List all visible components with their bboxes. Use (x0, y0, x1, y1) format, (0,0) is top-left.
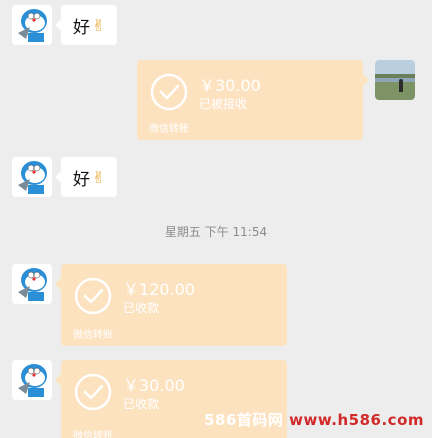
site-watermark: 586首码网 www.h586.com (204, 409, 424, 430)
check-circle-icon (74, 277, 112, 315)
ok-hand-icon: ✌ (92, 167, 106, 187)
doraemon-avatar-icon (12, 5, 52, 45)
message-bubble[interactable]: 好 ✌ (54, 157, 118, 197)
message-bubble[interactable]: 好 ✌ (54, 5, 118, 45)
transfer-card[interactable]: ￥30.00 已被接收 微信转账 (137, 60, 369, 140)
transfer-card[interactable]: ￥120.00 已收款 微信转账 (55, 264, 287, 346)
my-avatar[interactable] (375, 60, 415, 100)
ok-hand-icon: ✌ (92, 15, 106, 35)
watermark-prefix: 586首码网 (204, 411, 290, 429)
check-circle-icon (150, 73, 188, 111)
contact-avatar[interactable] (12, 157, 52, 197)
transfer-footer: 微信转账 (73, 431, 113, 438)
doraemon-avatar-icon (12, 264, 52, 304)
transfer-amount: ￥30.00 (123, 376, 185, 395)
transfer-status: 已被接收 (199, 97, 248, 111)
landscape-photo-icon (375, 60, 415, 100)
transfer-amount: ￥120.00 (123, 280, 195, 299)
contact-avatar[interactable] (12, 360, 52, 400)
transfer-amount: ￥30.00 (199, 76, 261, 95)
message-text: 好 (73, 169, 90, 190)
contact-avatar[interactable] (12, 5, 52, 45)
transfer-status: 已收款 (123, 397, 160, 411)
check-circle-icon (74, 373, 112, 411)
message-text: 好 (73, 17, 90, 38)
transfer-status: 已收款 (123, 301, 160, 315)
doraemon-avatar-icon (12, 157, 52, 197)
contact-avatar[interactable] (12, 264, 52, 304)
message-timestamp: 星期五 下午 11:54 (164, 225, 268, 239)
watermark-domain: www.h586.com (289, 411, 424, 429)
transfer-footer: 微信转账 (149, 124, 189, 135)
transfer-footer: 微信转账 (73, 330, 113, 341)
doraemon-avatar-icon (12, 360, 52, 400)
